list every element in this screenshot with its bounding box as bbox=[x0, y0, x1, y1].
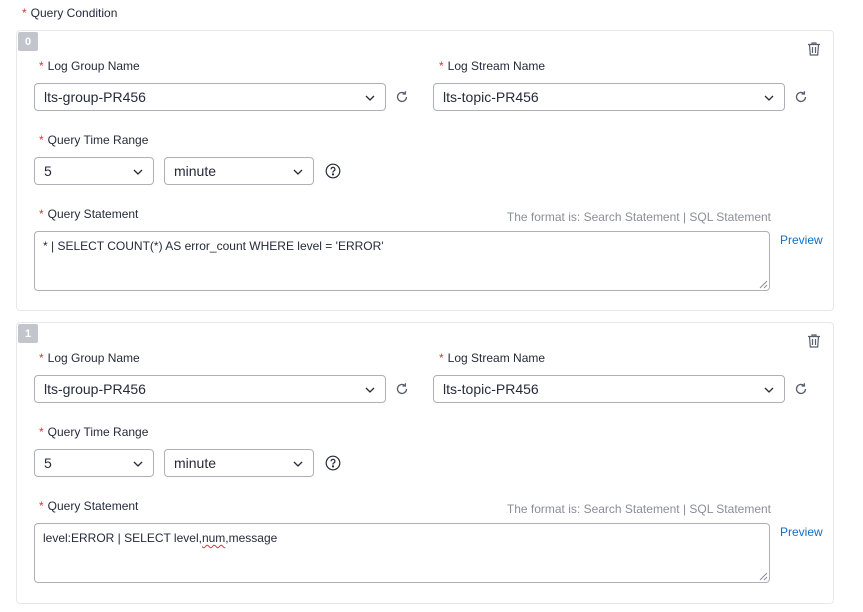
chevron-down-icon bbox=[293, 169, 303, 175]
log-group-value: lts-group-PR456 bbox=[44, 89, 146, 105]
time-unit-select[interactable]: minute bbox=[164, 449, 314, 477]
chevron-down-icon bbox=[764, 387, 774, 393]
log-group-label-text: Log Group Name bbox=[47, 59, 140, 73]
refresh-icon[interactable] bbox=[395, 382, 409, 396]
preview-link[interactable]: Preview bbox=[780, 233, 823, 247]
query-condition-card-1: 1 * Log Group Name lts-group-PR456 * Log S… bbox=[16, 322, 834, 604]
statement-label: * Query Statement bbox=[39, 207, 138, 221]
time-value-select[interactable]: 5 bbox=[34, 157, 154, 185]
required-mark: * bbox=[439, 59, 444, 73]
statement-text: * | SELECT COUNT(*) AS error_count WHERE… bbox=[43, 239, 384, 253]
query-condition-text: Query Condition bbox=[30, 6, 118, 20]
time-range-label: * Query Time Range bbox=[39, 425, 148, 439]
time-value: 5 bbox=[44, 455, 52, 471]
query-condition-label: * Query Condition bbox=[22, 6, 117, 20]
log-stream-value: lts-topic-PR456 bbox=[443, 381, 539, 397]
chevron-down-icon bbox=[133, 461, 143, 467]
log-stream-label-text: Log Stream Name bbox=[447, 59, 546, 73]
query-statement-textarea[interactable]: * | SELECT COUNT(*) AS error_count WHERE… bbox=[34, 231, 770, 291]
log-group-label-text: Log Group Name bbox=[47, 351, 140, 365]
statement-text: ,message bbox=[225, 531, 278, 545]
time-unit-select[interactable]: minute bbox=[164, 157, 314, 185]
log-stream-select[interactable]: lts-topic-PR456 bbox=[433, 375, 785, 403]
resize-grip-icon[interactable] bbox=[759, 572, 768, 581]
condition-index-badge: 1 bbox=[18, 324, 38, 343]
chevron-down-icon bbox=[365, 387, 375, 393]
statement-text: level:ERROR | SELECT level, bbox=[43, 531, 202, 545]
time-unit-value: minute bbox=[174, 455, 217, 471]
chevron-down-icon bbox=[133, 169, 143, 175]
statement-label: * Query Statement bbox=[39, 499, 138, 513]
spellcheck-word: num bbox=[201, 531, 226, 545]
required-mark: * bbox=[39, 351, 44, 365]
question-circle-icon[interactable] bbox=[325, 455, 341, 471]
log-group-value: lts-group-PR456 bbox=[44, 381, 146, 397]
log-stream-select[interactable]: lts-topic-PR456 bbox=[433, 83, 785, 111]
query-condition-card-0: 0 * Log Group Name lts-group-PR456 * Log S… bbox=[16, 30, 834, 311]
trash-icon[interactable] bbox=[806, 41, 822, 57]
preview-link[interactable]: Preview bbox=[780, 525, 823, 539]
resize-grip-icon[interactable] bbox=[759, 280, 768, 289]
required-mark: * bbox=[39, 207, 44, 221]
question-circle-icon[interactable] bbox=[325, 163, 341, 179]
refresh-icon[interactable] bbox=[794, 382, 808, 396]
query-statement-textarea[interactable]: level:ERROR | SELECT level,num,message bbox=[34, 523, 770, 583]
log-stream-value: lts-topic-PR456 bbox=[443, 89, 539, 105]
chevron-down-icon bbox=[293, 461, 303, 467]
statement-label-text: Query Statement bbox=[47, 499, 139, 513]
condition-index-badge: 0 bbox=[18, 32, 38, 51]
time-range-label-text: Query Time Range bbox=[47, 425, 149, 439]
trash-icon[interactable] bbox=[806, 333, 822, 349]
time-value-select[interactable]: 5 bbox=[34, 449, 154, 477]
required-mark: * bbox=[39, 425, 44, 439]
required-mark: * bbox=[439, 351, 444, 365]
refresh-icon[interactable] bbox=[395, 90, 409, 104]
time-unit-value: minute bbox=[174, 163, 217, 179]
log-stream-label: * Log Stream Name bbox=[439, 351, 545, 365]
chevron-down-icon bbox=[365, 95, 375, 101]
time-range-label: * Query Time Range bbox=[39, 133, 148, 147]
chevron-down-icon bbox=[764, 95, 774, 101]
log-stream-label-text: Log Stream Name bbox=[447, 351, 546, 365]
format-hint: The format is: Search Statement | SQL St… bbox=[506, 502, 771, 516]
required-mark: * bbox=[22, 6, 27, 20]
format-hint: The format is: Search Statement | SQL St… bbox=[506, 210, 771, 224]
required-mark: * bbox=[39, 133, 44, 147]
log-stream-label: * Log Stream Name bbox=[439, 59, 545, 73]
log-group-label: * Log Group Name bbox=[39, 351, 140, 365]
statement-label-text: Query Statement bbox=[47, 207, 139, 221]
log-group-label: * Log Group Name bbox=[39, 59, 140, 73]
refresh-icon[interactable] bbox=[794, 90, 808, 104]
required-mark: * bbox=[39, 499, 44, 513]
time-value: 5 bbox=[44, 163, 52, 179]
log-group-select[interactable]: lts-group-PR456 bbox=[34, 375, 386, 403]
log-group-select[interactable]: lts-group-PR456 bbox=[34, 83, 386, 111]
time-range-label-text: Query Time Range bbox=[47, 133, 149, 147]
required-mark: * bbox=[39, 59, 44, 73]
